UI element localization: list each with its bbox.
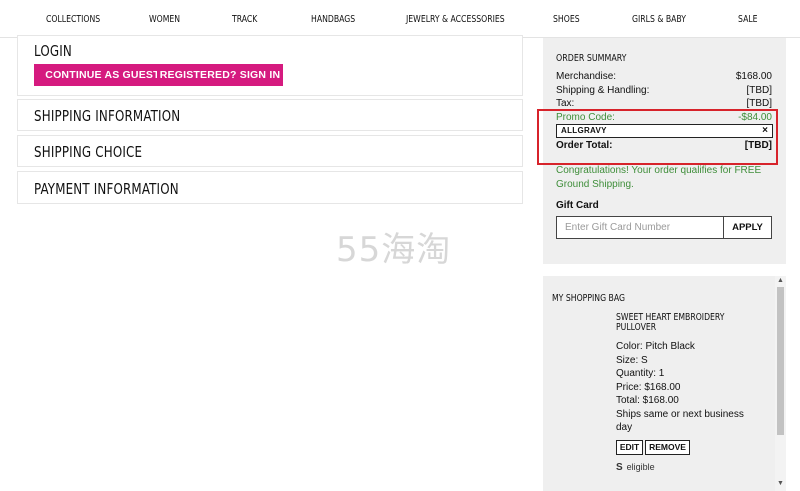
product-size: Size: S: [616, 355, 648, 366]
nav-collections[interactable]: COLLECTIONS: [46, 14, 100, 25]
top-nav: COLLECTIONS WOMEN TRACK HANDBAGS JEWELRY…: [0, 0, 800, 38]
login-panel: LOGIN CONTINUE AS GUEST REGISTERED? SIGN…: [17, 35, 523, 96]
nav-women[interactable]: WOMEN: [149, 14, 180, 25]
shipping-information-section[interactable]: SHIPPING INFORMATION: [17, 99, 523, 131]
shipping-information-title: SHIPPING INFORMATION: [34, 107, 181, 125]
shipping-handling-label: Shipping & Handling:: [556, 85, 650, 96]
edit-item-button[interactable]: EDIT: [616, 440, 643, 455]
shipping-choice-title: SHIPPING CHOICE: [34, 143, 143, 161]
promo-highlight-box: [537, 109, 778, 165]
shipping-handling-value: [TBD]: [746, 85, 772, 96]
payment-information-section[interactable]: PAYMENT INFORMATION: [17, 171, 523, 204]
gift-card-label: Gift Card: [556, 200, 599, 211]
eligible-label: eligible: [626, 462, 655, 472]
product-name: SWEET HEART EMBROIDERY PULLOVER: [616, 312, 725, 333]
tax-label: Tax:: [556, 98, 575, 109]
gift-card-input[interactable]: Enter Gift Card Number: [556, 216, 724, 239]
watermark-logo: 55海淘: [336, 230, 452, 270]
shopping-bag-title: MY SHOPPING BAG: [552, 293, 625, 304]
product-price: Price: $168.00: [616, 382, 681, 393]
shoprunner-eligible: Seligible: [616, 462, 655, 473]
scrollbar-thumb[interactable]: [777, 287, 784, 435]
free-shipping-message: Congratulations! Your order qualifies fo…: [556, 165, 762, 190]
product-quantity: Quantity: 1: [616, 368, 665, 379]
apply-gift-card-button[interactable]: APPLY: [723, 216, 772, 239]
tax-value: [TBD]: [746, 98, 772, 109]
scroll-up-icon[interactable]: ▲: [777, 277, 784, 284]
merchandise-label: Merchandise:: [556, 71, 617, 82]
product-color: Color: Pitch Black: [616, 341, 695, 352]
nav-handbags[interactable]: HANDBAGS: [311, 14, 355, 25]
nav-shoes[interactable]: SHOES: [553, 14, 580, 25]
payment-information-title: PAYMENT INFORMATION: [34, 180, 179, 198]
shoprunner-icon: S: [616, 462, 623, 473]
nav-sale[interactable]: SALE: [738, 14, 758, 25]
scroll-down-icon[interactable]: ▼: [777, 480, 784, 487]
ships-note: Ships same or next business: [616, 409, 744, 420]
merchandise-value: $168.00: [735, 71, 772, 82]
nav-girls-baby[interactable]: GIRLS & BABY: [632, 14, 686, 25]
remove-item-button[interactable]: REMOVE: [645, 440, 690, 455]
order-summary-title: ORDER SUMMARY: [556, 53, 627, 64]
nav-track[interactable]: TRACK: [232, 14, 257, 25]
login-title: LOGIN: [34, 42, 72, 60]
continue-as-guest-button[interactable]: CONTINUE AS GUEST: [34, 64, 171, 86]
nav-jewelry-accessories[interactable]: JEWELRY & ACCESSORIES: [406, 14, 505, 25]
shipping-choice-section[interactable]: SHIPPING CHOICE: [17, 135, 523, 167]
registered-sign-in-button[interactable]: REGISTERED? SIGN IN: [157, 64, 283, 86]
ships-note-continued: day: [616, 422, 633, 433]
shopping-bag: MY SHOPPING BAG SWEET HEART EMBROIDERY P…: [543, 276, 786, 491]
bag-scrollbar[interactable]: ▲ ▼: [775, 276, 786, 491]
product-total: Total: $168.00: [616, 395, 679, 406]
